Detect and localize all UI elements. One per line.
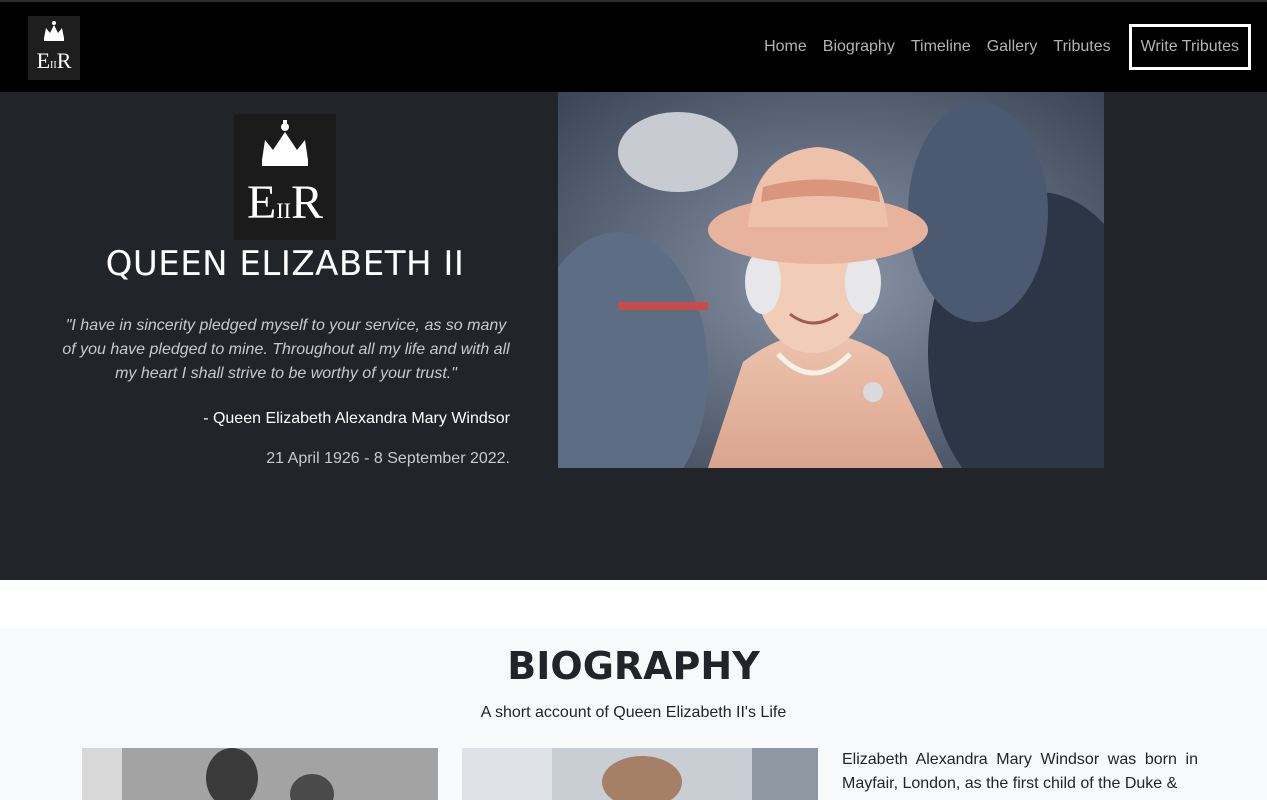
hero-quote: "I have in sincerity pledged myself to y… <box>62 317 510 382</box>
navbar: EIIR Home Biography Timeline Gallery Tri… <box>0 0 1267 92</box>
royal-cypher-icon: EIIR <box>234 114 336 240</box>
nav-tributes-link[interactable]: Tributes <box>1053 25 1110 69</box>
eiir-logo-icon[interactable]: EIIR <box>28 16 80 80</box>
life-dates: 21 April 1926 - 8 September 2022. <box>266 450 510 467</box>
biography-text: Elizabeth Alexandra Mary Windsor was bor… <box>842 751 1198 792</box>
biography-section: BIOGRAPHY A short account of Queen Eliza… <box>0 628 1267 800</box>
nav-home-link[interactable]: Home <box>764 25 807 69</box>
nav-timeline-link[interactable]: Timeline <box>911 25 971 69</box>
section-subtitle: A short account of Queen Elizabeth II's … <box>480 704 787 721</box>
section-title: BIOGRAPHY <box>507 644 760 688</box>
queen-portrait-image <box>558 92 1104 468</box>
page-title: QUEEN ELIZABETH II <box>105 244 465 284</box>
nav-links: Home Biography Timeline Gallery Tributes… <box>764 24 1251 70</box>
quote-author: - Queen Elizabeth Alexandra Mary Windsor <box>203 410 510 427</box>
nav-gallery-link[interactable]: Gallery <box>987 25 1038 69</box>
write-tributes-button[interactable]: Write Tributes <box>1128 24 1251 70</box>
nav-biography-link[interactable]: Biography <box>823 25 895 69</box>
hero-section: EIIR QUEEN ELIZABETH II "I have in since… <box>0 92 1267 580</box>
crown-photo-image <box>462 748 818 800</box>
family-photo-image <box>82 748 438 800</box>
